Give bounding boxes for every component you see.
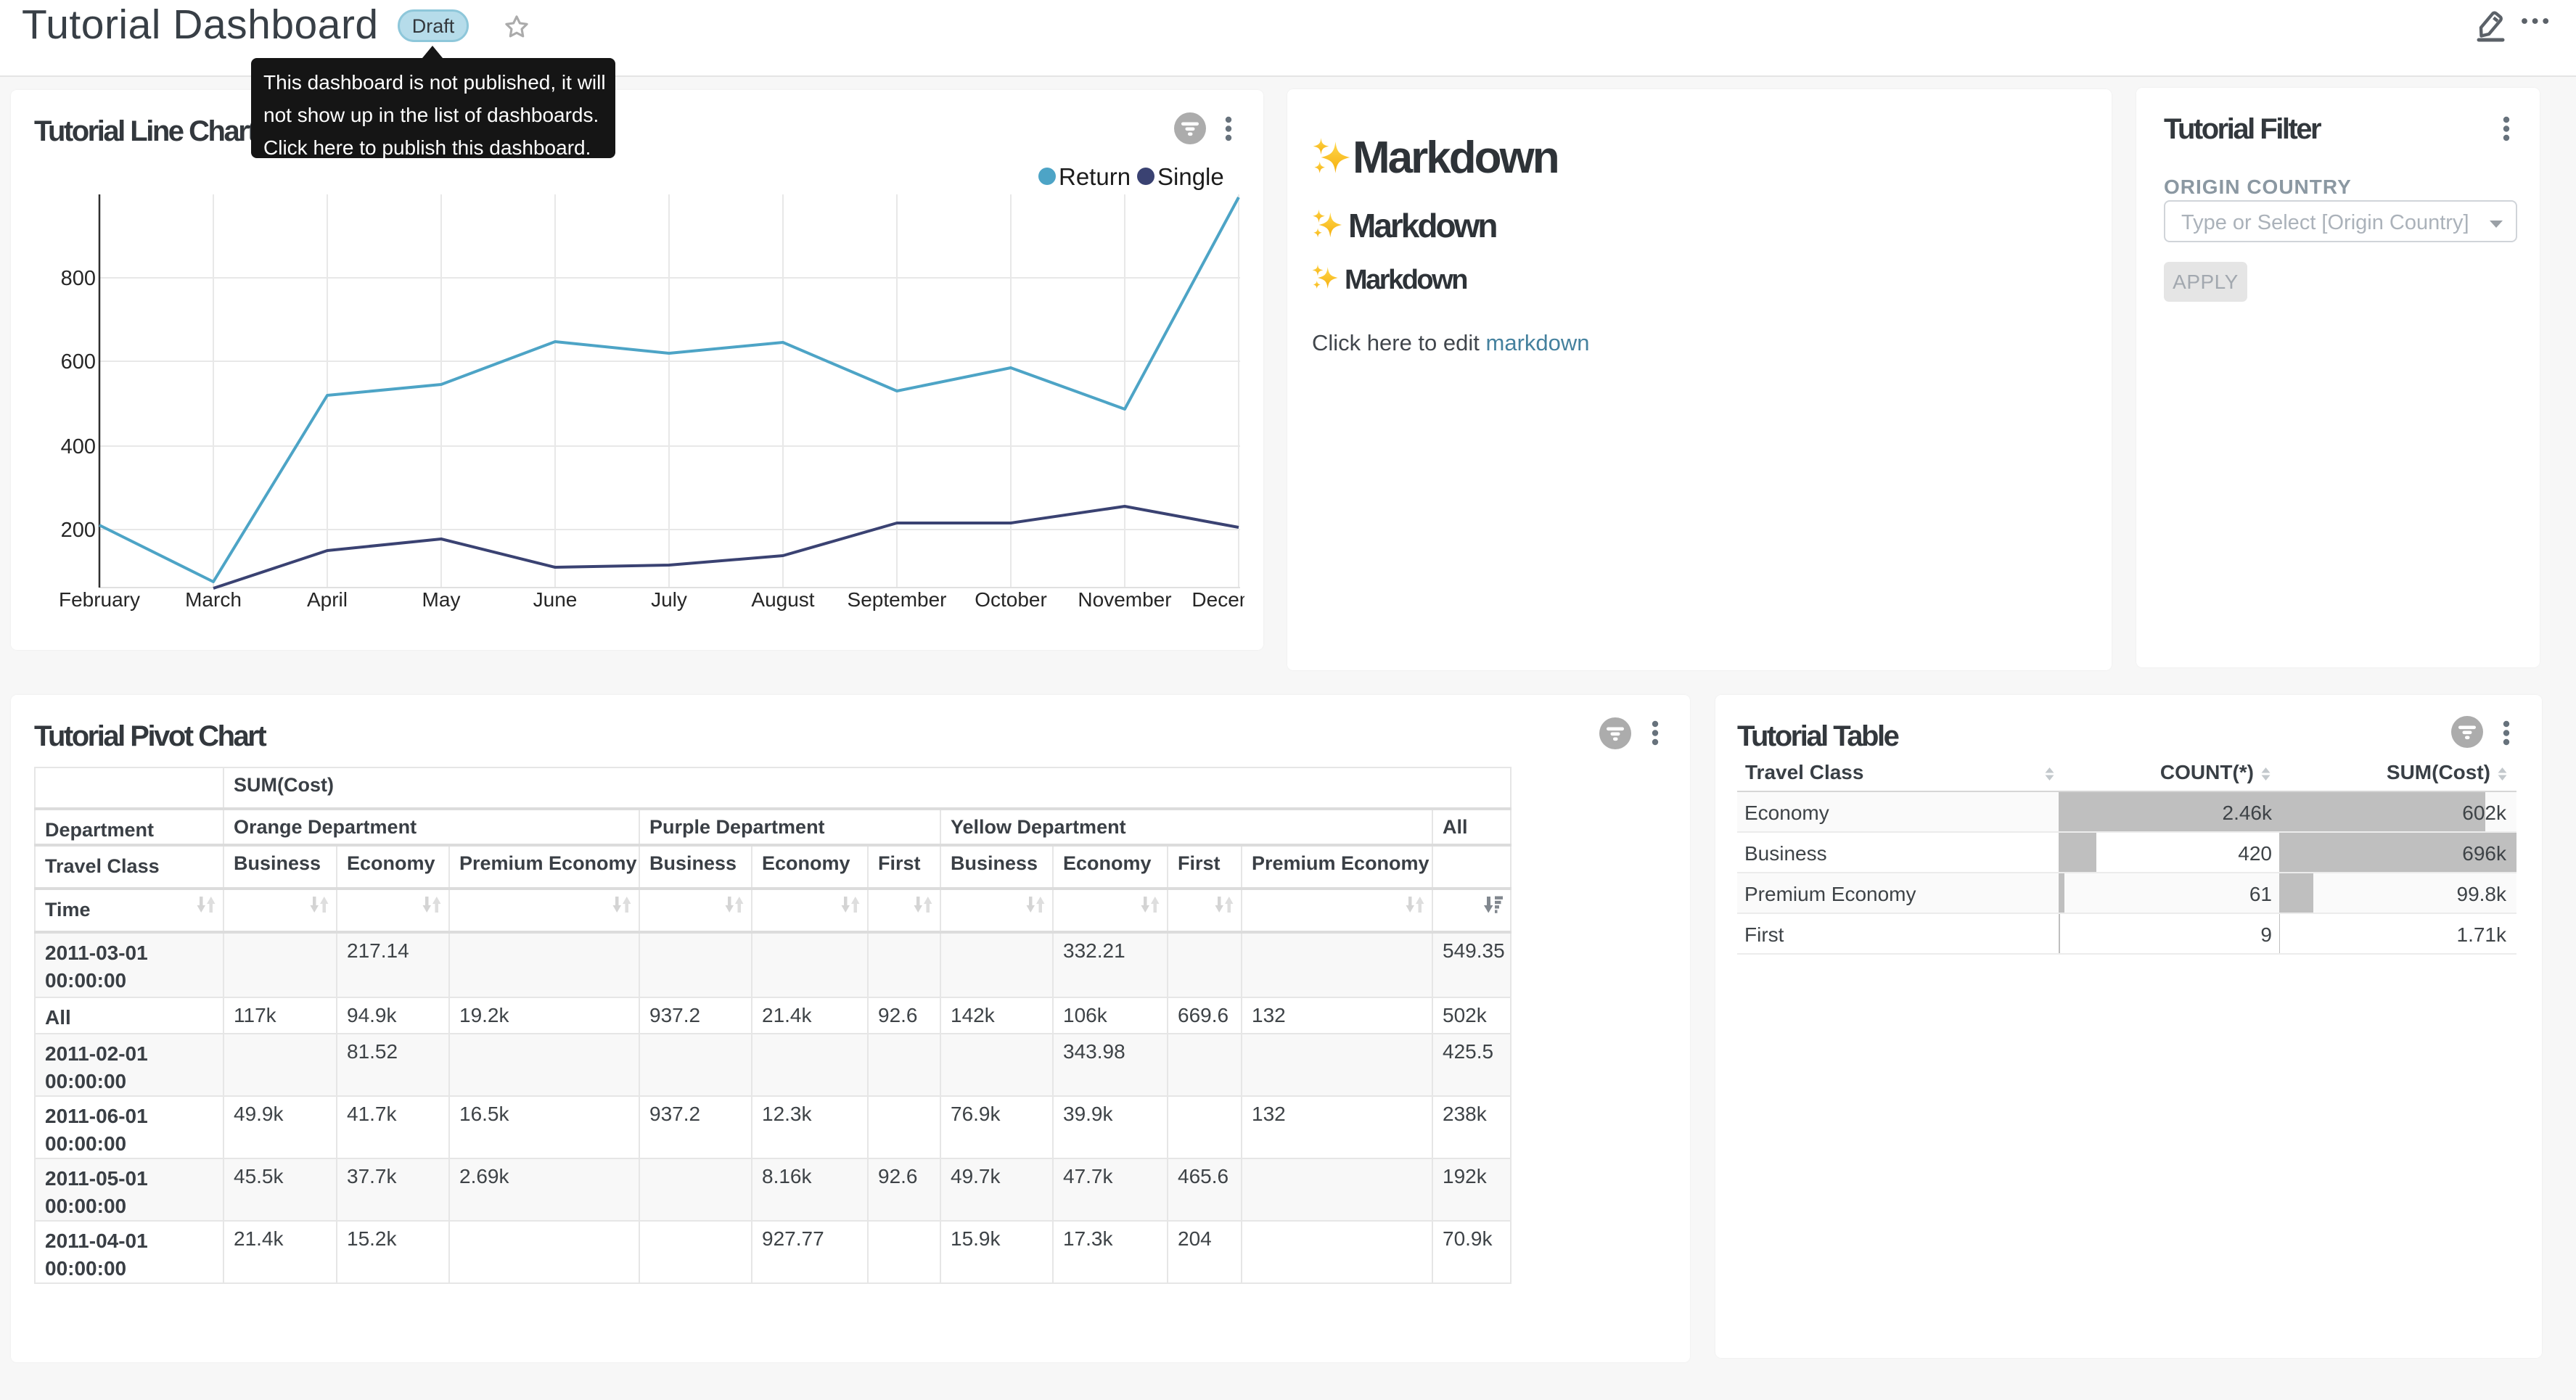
svg-text:October: October [975, 588, 1047, 611]
svg-text:November: November [1078, 588, 1171, 611]
svg-text:Single: Single [1157, 163, 1224, 190]
svg-text:600: 600 [61, 350, 96, 374]
svg-text:July: July [651, 588, 687, 611]
svg-text:September: September [848, 588, 947, 611]
svg-text:April: April [307, 588, 348, 611]
svg-text:June: June [533, 588, 578, 611]
svg-text:Return: Return [1059, 163, 1131, 190]
svg-text:May: May [422, 588, 461, 611]
svg-text:August: August [751, 588, 814, 611]
svg-text:March: March [185, 588, 242, 611]
svg-text:February: February [59, 588, 140, 611]
svg-text:200: 200 [61, 519, 96, 542]
svg-text:400: 400 [61, 435, 96, 458]
svg-text:800: 800 [61, 267, 96, 290]
svg-text:December: December [1191, 588, 1244, 611]
